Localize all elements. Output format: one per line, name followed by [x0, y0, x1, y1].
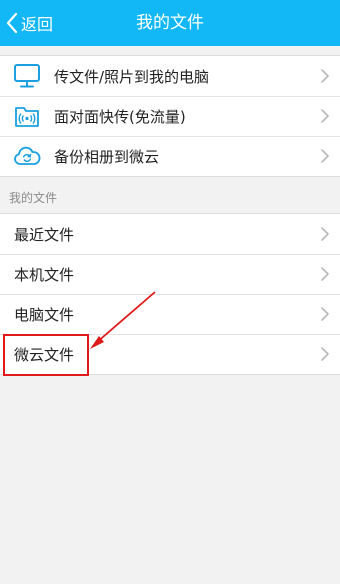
cloud-sync-icon	[12, 141, 42, 171]
files-group: 最近文件 本机文件 电脑文件 微云文件	[0, 213, 340, 375]
recent-files-label: 最近文件	[14, 225, 75, 244]
recent-files-item[interactable]: 最近文件	[0, 214, 340, 254]
chevron-right-icon	[321, 149, 329, 163]
back-button[interactable]: 返回	[6, 0, 53, 46]
send-to-computer-item[interactable]: 传文件/照片到我的电脑	[0, 56, 340, 96]
local-files-label: 本机文件	[14, 265, 75, 284]
chevron-right-icon	[321, 267, 329, 281]
section-title: 我的文件	[9, 191, 58, 205]
back-label: 返回	[21, 15, 54, 34]
header-bar: 返回 我的文件	[0, 0, 340, 46]
local-files-item[interactable]: 本机文件	[0, 254, 340, 294]
wireless-transfer-icon	[12, 101, 42, 131]
back-chevron-icon	[6, 12, 18, 34]
backup-album-label: 备份相册到微云	[54, 147, 160, 166]
chevron-right-icon	[321, 307, 329, 321]
face-to-face-transfer-item[interactable]: 面对面快传(免流量)	[0, 96, 340, 136]
chevron-right-icon	[321, 227, 329, 241]
computer-files-label: 电脑文件	[14, 305, 75, 324]
backup-album-item[interactable]: 备份相册到微云	[0, 136, 340, 176]
face-to-face-transfer-label: 面对面快传(免流量)	[54, 107, 186, 126]
weiyun-files-label: 微云文件	[14, 345, 75, 364]
chevron-right-icon	[321, 347, 329, 361]
weiyun-files-item[interactable]: 微云文件	[0, 334, 340, 374]
chevron-right-icon	[321, 69, 329, 83]
computer-files-item[interactable]: 电脑文件	[0, 294, 340, 334]
computer-icon	[12, 61, 42, 91]
actions-group: 传文件/照片到我的电脑 面对面快传(免流量) 备份相册到微云	[0, 55, 340, 177]
send-to-computer-label: 传文件/照片到我的电脑	[54, 67, 210, 86]
chevron-right-icon	[321, 109, 329, 123]
